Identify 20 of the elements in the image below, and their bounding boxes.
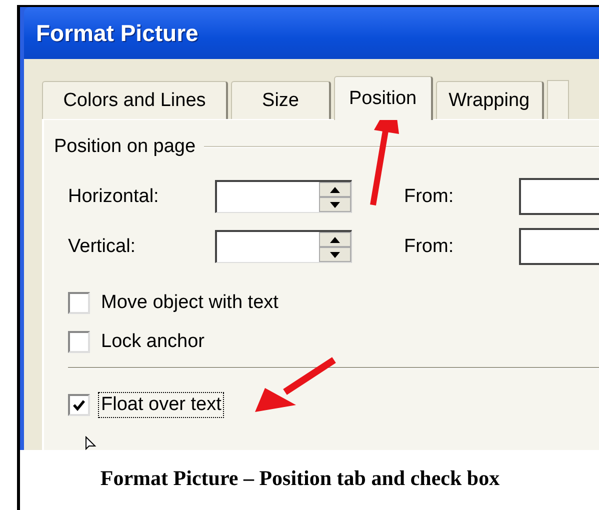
tab[interactable]: Colors and Lines bbox=[42, 81, 228, 119]
field-label: Horizontal: bbox=[68, 186, 160, 208]
tab[interactable]: Position bbox=[334, 76, 433, 120]
figure-caption: Format Picture – Position tab and check box bbox=[99, 466, 501, 491]
checkbox-label[interactable]: Move object with text bbox=[98, 290, 282, 316]
spin-field[interactable] bbox=[215, 180, 352, 213]
checkbox-label[interactable]: Lock anchor bbox=[98, 328, 208, 354]
group-title: Position on page bbox=[54, 136, 196, 158]
field-label: Vertical: bbox=[68, 236, 137, 258]
checkbox[interactable] bbox=[68, 394, 90, 416]
tab[interactable]: Wrapping bbox=[436, 81, 544, 119]
checkbox[interactable] bbox=[68, 292, 90, 314]
checkmark-icon bbox=[72, 398, 86, 412]
checkbox-label[interactable]: Float over text bbox=[98, 392, 224, 418]
spin-field[interactable] bbox=[215, 230, 352, 263]
checkbox[interactable] bbox=[68, 330, 90, 352]
field-label: From: bbox=[404, 236, 455, 258]
tab[interactable]: Size bbox=[231, 81, 331, 119]
window-title: Format Picture bbox=[36, 20, 198, 46]
field-label: From: bbox=[404, 186, 455, 208]
